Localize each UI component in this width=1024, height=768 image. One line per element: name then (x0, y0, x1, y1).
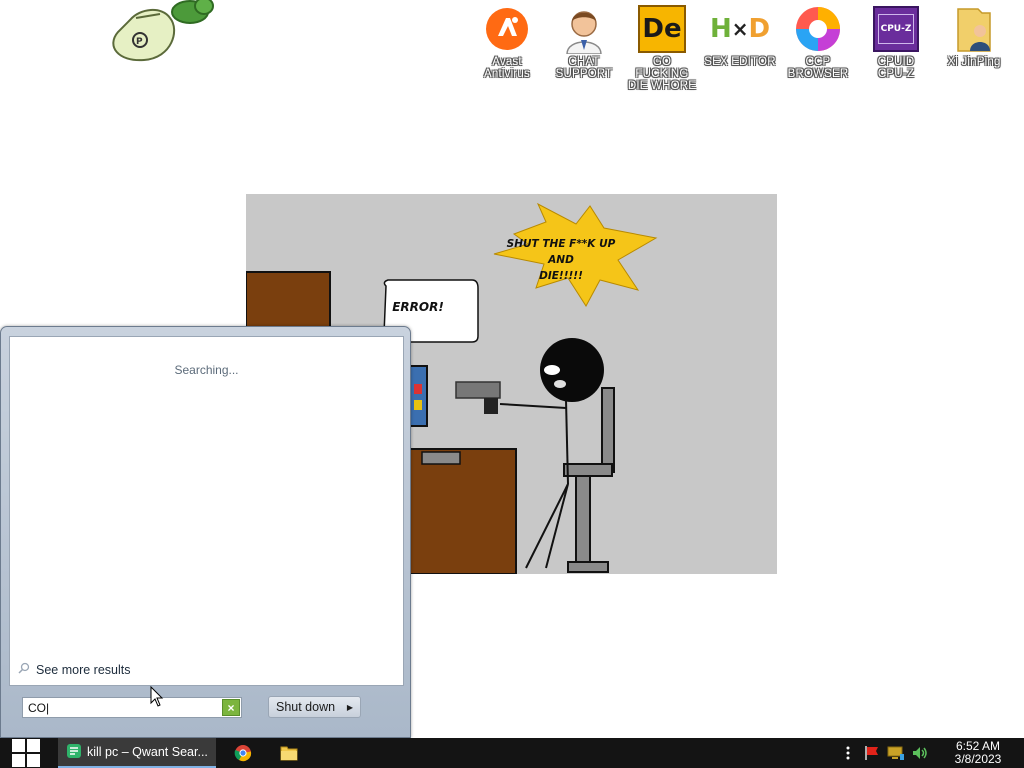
mouse-pointer-icon (150, 685, 164, 711)
desktop-icon-label: CPUID CPU-Z (877, 56, 915, 80)
hxd-x: × (731, 17, 749, 41)
taskbar-item-file-explorer[interactable] (266, 738, 312, 768)
cpuz-icon: CPU-Z (871, 4, 921, 54)
taskbar-item-chrome[interactable] (220, 738, 266, 768)
desktop-icon-label: CHAT SUPPORT (555, 56, 613, 80)
svg-text:P: P (136, 37, 143, 47)
action-center-flag-icon[interactable] (860, 738, 884, 768)
clear-search-button[interactable]: × (222, 699, 240, 716)
system-tray: 6:52 AM 3/8/2023 (836, 738, 1024, 768)
taskbar-item-qwant[interactable]: kill pc – Qwant Sear... (58, 738, 216, 768)
taskbar-item-label: kill pc – Qwant Sear... (87, 745, 208, 759)
tray-overflow-icon[interactable] (836, 738, 860, 768)
desktop-icon-gfdw[interactable]: De GO FUCKING DIE WHORE (625, 4, 699, 92)
desktop-icon-label: GO FUCKING DIE WHORE (627, 56, 697, 92)
hxd-icon: H × D (710, 4, 770, 54)
shutdown-options-arrow-icon[interactable]: ▶ (340, 703, 360, 712)
taskbar-clock[interactable]: 6:52 AM 3/8/2023 (932, 740, 1024, 766)
desktop-icon-label: Xi JinPing (947, 56, 1001, 68)
de-icon-text: De (642, 14, 682, 44)
money-bag-sticker: P (100, 0, 220, 66)
desktop-icon-sex-editor[interactable]: H × D SEX EDITOR (703, 4, 777, 68)
qwant-icon (67, 743, 81, 761)
search-icon (18, 662, 30, 677)
start-search-box[interactable]: × (22, 697, 242, 718)
taskbar: kill pc – Qwant Sear... 6:52 AM 3/8/2023 (0, 738, 1024, 768)
avast-icon (482, 4, 532, 54)
see-more-results-label: See more results (36, 662, 131, 677)
cpuz-icon-text: CPU-Z (880, 24, 912, 34)
support-agent-icon (559, 4, 609, 54)
network-icon[interactable] (884, 738, 908, 768)
windows-logo-icon (12, 739, 40, 767)
desktop-icon-chat-support[interactable]: CHAT SUPPORT (547, 4, 621, 80)
search-results-pane: Searching... See more results (9, 336, 404, 686)
start-menu: Searching... See more results × Shut dow… (0, 326, 411, 738)
shutdown-button[interactable]: Shut down ▶ (268, 696, 361, 718)
start-search-input[interactable] (23, 698, 222, 717)
browser-icon (793, 4, 843, 54)
shutdown-label: Shut down (276, 700, 336, 714)
see-more-results-link[interactable]: See more results (18, 662, 130, 677)
desktop-icon-label: CCP BROWSER (787, 56, 849, 80)
volume-icon[interactable] (908, 738, 932, 768)
chrome-icon (234, 745, 252, 762)
user-folder-icon (949, 4, 999, 54)
desktop-icon-ccp-browser[interactable]: CCP BROWSER (781, 4, 855, 80)
hxd-h: H (709, 14, 732, 44)
desktop-icon-avast[interactable]: Avast Antivirus (470, 4, 544, 80)
searching-status: Searching... (174, 363, 239, 377)
start-button[interactable] (0, 738, 52, 768)
error-bubble-text: ERROR! (392, 300, 444, 314)
hxd-d: D (748, 14, 771, 44)
file-explorer-icon (280, 746, 298, 761)
desktop-icon-cpuz[interactable]: CPU-Z CPUID CPU-Z (859, 4, 933, 80)
desktop-icon-label: SEX EDITOR (704, 56, 776, 68)
clock-date: 3/8/2023 (954, 752, 1002, 766)
shout-bubble-text: SHUT THE F**K UP AND DIE!!!!! (506, 238, 616, 282)
de-icon: De (637, 4, 687, 54)
desktop-icon-label: Avast Antivirus (484, 56, 530, 80)
desktop-icon-xi-jinping[interactable]: Xi JinPing (937, 4, 1011, 68)
